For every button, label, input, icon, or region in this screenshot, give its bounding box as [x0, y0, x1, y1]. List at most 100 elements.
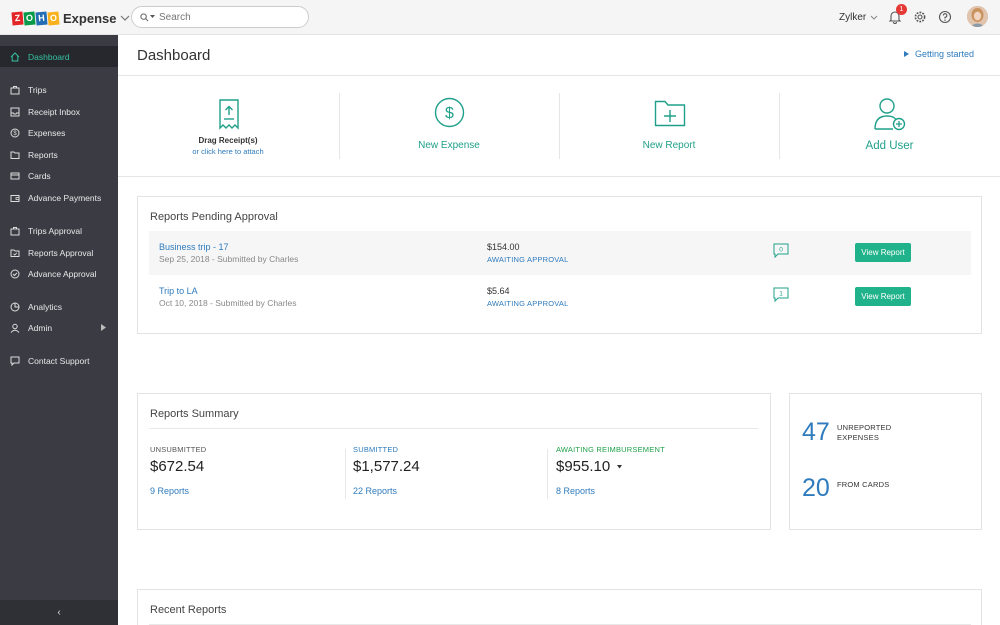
- sidebar-item-contact-support[interactable]: Contact Support: [0, 350, 118, 371]
- quick-actions: Drag Receipt(s) or click here to attach …: [118, 76, 1000, 176]
- pie-chart-icon: [10, 302, 20, 311]
- sidebar-item-label: Advance Payments: [28, 192, 102, 203]
- stat-number: 47: [802, 418, 830, 446]
- sidebar-item-label: Cards: [28, 170, 51, 181]
- stat-label-line: EXPENSES: [837, 432, 880, 442]
- view-report-button[interactable]: View Report: [855, 287, 911, 306]
- divider: [345, 449, 346, 499]
- sidebar: Dashboard Trips Receipt Inbox $ Expenses…: [0, 35, 118, 625]
- top-bar: Z O H O Expense Zylker 1: [0, 0, 1000, 35]
- sidebar-item-reports[interactable]: Reports: [0, 144, 118, 165]
- add-user-button[interactable]: Add User: [779, 76, 1000, 176]
- recent-reports-card: Recent Reports: [137, 589, 982, 625]
- app-brand[interactable]: Z O H O Expense: [11, 9, 130, 27]
- summary-value: $672.54: [150, 458, 205, 475]
- new-expense-label: New Expense: [418, 140, 480, 151]
- search-input[interactable]: [159, 11, 289, 23]
- drag-receipt-zone[interactable]: Drag Receipt(s) or click here to attach: [118, 76, 338, 176]
- avatar-image: [967, 6, 988, 27]
- logo-letter: O: [23, 11, 36, 25]
- notification-badge: 1: [896, 4, 907, 15]
- org-name: Zylker: [839, 12, 867, 23]
- divider: [118, 176, 1000, 177]
- report-amount: $5.64: [487, 286, 510, 296]
- caret-down-icon: [150, 15, 155, 18]
- sidebar-item-advance-payments[interactable]: Advance Payments: [0, 187, 118, 208]
- summary-unsubmitted: UNSUBMITTED $672.54 9 Reports: [150, 445, 206, 496]
- attach-link[interactable]: or click here to attach: [118, 147, 338, 156]
- summary-reports-link[interactable]: 9 Reports: [150, 486, 206, 496]
- sidebar-item-trips-approval[interactable]: Trips Approval: [0, 220, 118, 241]
- new-report-button[interactable]: New Report: [559, 76, 779, 176]
- search-box[interactable]: [131, 6, 309, 28]
- sidebar-item-reports-approval[interactable]: Reports Approval: [0, 242, 118, 263]
- status-badge: AWAITING APPROVAL: [487, 255, 569, 264]
- sidebar-item-label: Reports: [28, 149, 58, 160]
- chevron-right-icon: [101, 324, 106, 331]
- card-title: Reports Summary: [150, 408, 239, 420]
- reports-pending-approval-card: Reports Pending Approval Business trip -…: [137, 196, 982, 334]
- report-subtitle: Oct 10, 2018 - Submitted by Charles: [159, 298, 297, 308]
- summary-label: SUBMITTED: [353, 445, 399, 454]
- gear-icon[interactable]: [913, 10, 927, 24]
- search-icon: [140, 12, 149, 22]
- dollar-circle-icon: $: [434, 97, 465, 128]
- reports-summary-card: Reports Summary UNSUBMITTED $672.54 9 Re…: [137, 393, 771, 530]
- summary-value-row[interactable]: $955.10: [556, 458, 665, 475]
- logo-letter: Z: [11, 11, 24, 25]
- comment-count: 1: [779, 291, 783, 298]
- check-circle-icon: [10, 269, 20, 278]
- sidebar-item-label: Analytics: [28, 301, 63, 312]
- summary-reports-link[interactable]: 22 Reports: [353, 486, 420, 496]
- inbox-icon: [10, 107, 20, 116]
- sidebar-item-trips[interactable]: Trips: [0, 79, 118, 100]
- view-report-button[interactable]: View Report: [855, 243, 911, 262]
- chevron-down-icon: [121, 15, 130, 21]
- chat-icon: [10, 356, 20, 366]
- divider: [149, 428, 758, 429]
- report-name-link[interactable]: Trip to LA: [159, 286, 198, 296]
- svg-text:$: $: [445, 105, 454, 122]
- sidebar-item-analytics[interactable]: Analytics: [0, 296, 118, 317]
- table-row[interactable]: Trip to LA Oct 10, 2018 - Submitted by C…: [149, 275, 971, 319]
- table-row[interactable]: Business trip - 17 Sep 25, 2018 - Submit…: [149, 231, 971, 275]
- sidebar-item-label: Dashboard: [28, 51, 70, 62]
- new-expense-button[interactable]: $ New Expense: [339, 76, 559, 176]
- zoho-logo: Z O H O: [11, 11, 60, 25]
- sidebar-item-expenses[interactable]: $ Expenses: [0, 122, 118, 143]
- report-name-link[interactable]: Business trip - 17: [159, 242, 229, 252]
- sidebar-item-dashboard[interactable]: Dashboard: [0, 46, 118, 67]
- sidebar-item-admin[interactable]: Admin: [0, 317, 118, 338]
- report-amount: $154.00: [487, 242, 520, 252]
- org-switcher[interactable]: Zylker: [839, 12, 878, 23]
- comment-icon[interactable]: 1: [773, 287, 789, 303]
- sidebar-collapse-button[interactable]: ‹: [0, 600, 118, 625]
- wallet-icon: [10, 194, 20, 202]
- page-title: Dashboard: [137, 47, 211, 64]
- help-icon[interactable]: [938, 10, 952, 24]
- from-cards-stat[interactable]: 20 FROM CARDS: [802, 474, 889, 503]
- sidebar-item-advance-approval[interactable]: Advance Approval: [0, 263, 118, 284]
- sidebar-item-label: Admin: [28, 322, 53, 333]
- card-title: Recent Reports: [150, 604, 227, 616]
- user-avatar[interactable]: [967, 6, 988, 27]
- new-report-label: New Report: [642, 140, 696, 151]
- status-badge: AWAITING APPROVAL: [487, 299, 569, 308]
- sidebar-item-cards[interactable]: Cards: [0, 165, 118, 186]
- sidebar-item-label: Reports Approval: [28, 247, 94, 258]
- stat-label-line: UNREPORTED: [837, 422, 892, 432]
- folder-icon: [10, 151, 20, 159]
- stat-number: 20: [802, 474, 830, 502]
- unreported-expenses-stat[interactable]: 47 UNREPORTED EXPENSES: [802, 418, 891, 447]
- summary-reports-link[interactable]: 8 Reports: [556, 486, 665, 496]
- add-user-icon: [874, 98, 906, 131]
- comment-count: 0: [779, 247, 783, 254]
- sidebar-item-receipt-inbox[interactable]: Receipt Inbox: [0, 101, 118, 122]
- dollar-coin-icon: $: [10, 128, 20, 137]
- comment-icon[interactable]: 0: [773, 243, 789, 259]
- stat-label: FROM CARDS: [837, 479, 890, 489]
- app-name: Expense: [63, 10, 117, 26]
- card-icon: [10, 172, 20, 179]
- chevron-left-icon: ‹: [57, 607, 61, 618]
- getting-started-link[interactable]: Getting started: [904, 49, 974, 59]
